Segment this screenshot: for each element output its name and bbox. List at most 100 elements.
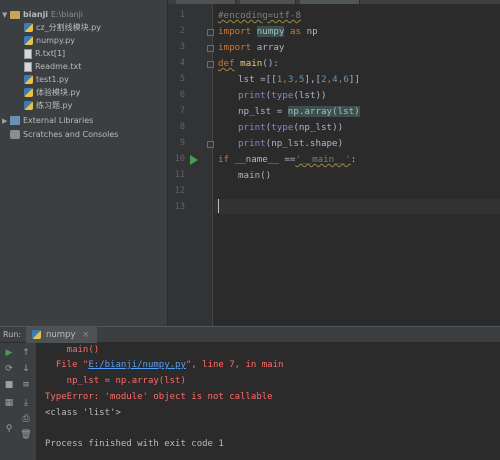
console-line: np_lst = np.array(lst): [45, 376, 186, 386]
python-file-icon: [24, 101, 33, 110]
refresh-icon[interactable]: ⟳: [3, 363, 15, 375]
python-file-icon: [24, 88, 33, 97]
text-file-icon: [24, 61, 32, 72]
tree-root-bianji[interactable]: ▼ bianji E:\bianji: [2, 8, 83, 21]
code-line-3[interactable]: import array: [218, 41, 284, 55]
tree-file-test1[interactable]: test1.py: [24, 73, 69, 86]
library-icon: [10, 116, 20, 125]
code-token: type: [271, 122, 294, 133]
code-token: import: [218, 26, 252, 37]
code-token: print: [238, 138, 266, 149]
external-libraries-label: External Libraries: [23, 116, 94, 125]
tree-file-readme[interactable]: Readme.txt: [24, 60, 81, 73]
code-token: #encoding=utf-8: [218, 10, 301, 21]
line-number: 6: [179, 90, 185, 100]
code-line-7[interactable]: np_lst = np.array(lst): [238, 105, 360, 119]
file-label: R.txt[1]: [35, 49, 66, 58]
run-play-icon[interactable]: [190, 155, 198, 165]
code-line-2[interactable]: import numpy as np: [218, 25, 318, 39]
line-number: 13: [174, 202, 185, 212]
pin-icon[interactable]: ⚲: [3, 423, 15, 435]
code-line-6[interactable]: print(type(lst)): [238, 89, 327, 103]
tree-external-libraries[interactable]: ▶ External Libraries: [2, 114, 93, 127]
run-panel-header: Run: numpy ×: [0, 326, 500, 343]
line-number: 4: [179, 58, 185, 68]
tree-file-rtxt[interactable]: R.txt[1]: [24, 47, 65, 60]
scratches-label: Scratches and Consoles: [23, 130, 119, 139]
print-icon[interactable]: ⎙: [20, 413, 32, 425]
console-line: <class 'list'>: [45, 408, 121, 418]
editor-tab[interactable]: [240, 0, 296, 4]
code-token: '__main__': [295, 154, 351, 165]
file-link[interactable]: E:/bianji/numpy.py: [88, 360, 186, 370]
stop-icon[interactable]: ■: [3, 379, 15, 391]
console-output[interactable]: main() File "E:/bianji/numpy.py", line 7…: [37, 343, 500, 460]
code-line-11[interactable]: main(): [238, 169, 271, 183]
code-token: main(): [238, 170, 272, 181]
line-number: 2: [179, 26, 185, 36]
fold-marker-icon[interactable]: [207, 61, 214, 68]
code-token: print: [238, 90, 266, 101]
file-label: cz_分割线模块.py: [36, 23, 101, 32]
tree-file-cz[interactable]: cz_分割线模块.py: [24, 21, 101, 34]
code-token: if: [218, 154, 230, 165]
code-token: print: [238, 122, 266, 133]
code-line-8[interactable]: print(type(np_lst)): [238, 121, 343, 135]
editor-tab-strip: [168, 0, 500, 4]
tree-scratches[interactable]: Scratches and Consoles: [10, 128, 118, 141]
code-token: np: [306, 26, 318, 37]
code-token: (np_lst.shape): [265, 138, 344, 149]
code-line-9[interactable]: print(np_lst.shape): [238, 137, 343, 151]
code-token: (lst)): [293, 90, 327, 101]
project-panel: ▼ bianji E:\bianji cz_分割线模块.py numpy.py R…: [0, 0, 168, 326]
line-number: 7: [179, 106, 185, 116]
close-icon[interactable]: ×: [82, 330, 89, 340]
fold-marker-icon[interactable]: [207, 29, 214, 36]
code-token: lst =[[: [238, 74, 277, 85]
code-token: ]]: [348, 74, 360, 85]
code-token: (np_lst)): [293, 122, 344, 133]
fold-marker-icon[interactable]: [207, 45, 214, 52]
code-token: as: [289, 26, 302, 37]
line-number: 5: [179, 74, 185, 84]
code-line-4[interactable]: def main():: [218, 57, 279, 71]
current-line-highlight: [214, 199, 500, 214]
scroll-to-end-icon[interactable]: ⤓: [20, 397, 32, 409]
code-line-5[interactable]: lst =[[1,3,5],[2,4,6]]: [238, 73, 360, 87]
python-file-icon: [24, 23, 33, 32]
line-number: 8: [179, 122, 185, 132]
code-line-1[interactable]: #encoding=utf-8: [218, 9, 301, 23]
line-number: 9: [179, 138, 185, 148]
expand-arrow-icon[interactable]: ▼: [2, 9, 10, 22]
tree-file-lianxi[interactable]: 练习题.py: [24, 99, 72, 112]
soft-wrap-icon[interactable]: ≡: [20, 379, 32, 391]
line-number: 12: [174, 186, 185, 196]
line-number: 1: [179, 10, 185, 20]
code-token: import: [218, 42, 252, 53]
scroll-down-icon[interactable]: ↓: [20, 363, 32, 375]
file-label: Readme.txt: [35, 62, 82, 71]
text-caret: [218, 199, 219, 213]
console-line: File "E:/bianji/numpy.py", line 7, in ma…: [45, 359, 284, 372]
run-tab-numpy[interactable]: numpy ×: [26, 327, 98, 343]
trash-icon[interactable]: 🗑: [20, 429, 32, 441]
console-text: File ": [45, 360, 89, 370]
line-number: 3: [179, 42, 185, 52]
expand-arrow-icon[interactable]: ▶: [2, 115, 10, 128]
layout-icon[interactable]: ▦: [3, 397, 15, 409]
code-token: def: [218, 58, 235, 69]
tree-file-numpy[interactable]: numpy.py: [24, 34, 75, 47]
run-tab-label: numpy: [46, 330, 76, 340]
file-label: test1.py: [36, 75, 69, 84]
folder-icon: [10, 10, 20, 19]
python-file-icon: [24, 75, 33, 84]
fold-marker-icon[interactable]: [207, 141, 214, 148]
code-token: np_lst =: [238, 106, 288, 117]
tree-file-tiyan[interactable]: 体验模块.py: [24, 86, 80, 99]
root-name: bianji: [23, 10, 49, 19]
code-line-10[interactable]: if __name__ =='__main__':: [218, 153, 356, 167]
editor-tab-active[interactable]: [300, 0, 360, 4]
scroll-up-icon[interactable]: ↑: [20, 347, 32, 359]
console-line: main(): [45, 345, 100, 355]
rerun-icon[interactable]: ▶: [3, 347, 15, 359]
